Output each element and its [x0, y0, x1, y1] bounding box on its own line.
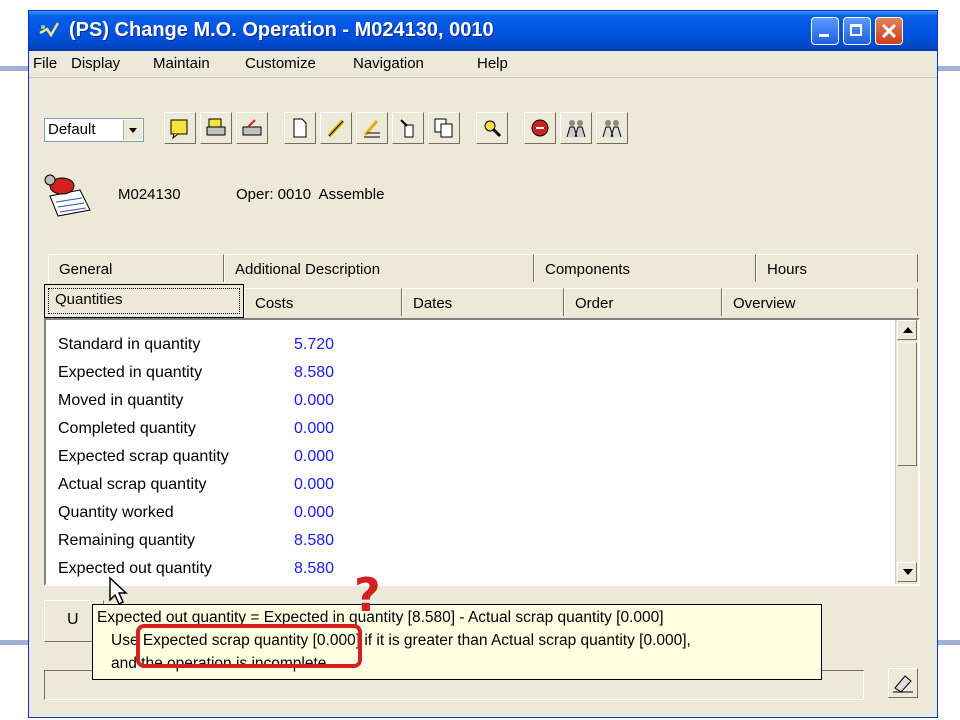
quantity-value: 0.000	[294, 448, 335, 465]
scroll-up-button[interactable]	[897, 320, 917, 340]
clear-button[interactable]	[888, 668, 918, 698]
maximize-button[interactable]	[843, 17, 871, 45]
close-button[interactable]	[875, 17, 903, 45]
minimize-button[interactable]	[811, 17, 839, 45]
ps-app-icon	[39, 22, 60, 38]
print-icon	[206, 118, 226, 136]
edit-pencil-icon	[327, 119, 345, 138]
scroll-down-button[interactable]	[897, 562, 917, 582]
menu-file[interactable]: File	[33, 55, 57, 72]
work-order-icon	[44, 174, 91, 217]
quantity-label: Expected scrap quantity	[58, 448, 229, 465]
quantity-value: 5.720	[294, 336, 335, 353]
quantity-value: 8.580	[294, 532, 335, 549]
quantity-label: Expected out quantity	[58, 560, 212, 577]
alert-icon	[531, 119, 549, 137]
quantity-label: Quantity worked	[58, 504, 174, 521]
operation-label: Oper: 0010 Assemble	[236, 186, 385, 203]
background-line-bottom-right	[938, 640, 960, 645]
quantity-label: Standard in quantity	[58, 336, 201, 353]
tab-quantities[interactable]: Quantities	[44, 284, 244, 318]
menu-display[interactable]: Display	[71, 55, 120, 72]
scroll-up-icon	[903, 327, 913, 333]
quantity-value: 0.000	[294, 392, 335, 409]
minimize-icon	[819, 34, 829, 37]
new-document-icon	[293, 118, 307, 138]
view-select[interactable]: Default	[44, 118, 144, 142]
background-line-top	[0, 66, 30, 71]
new-document-button[interactable]	[284, 112, 316, 144]
menu-bar: File Display Maintain Customize Navigati…	[29, 51, 937, 78]
printer-button[interactable]	[236, 112, 268, 144]
people-settings-icon	[602, 120, 622, 138]
copy-button[interactable]	[428, 112, 460, 144]
edit-button[interactable]	[320, 112, 352, 144]
tab-dates[interactable]: Dates	[402, 288, 564, 316]
people-button[interactable]	[560, 112, 592, 144]
menu-help[interactable]: Help	[477, 55, 508, 72]
tab-general[interactable]: General	[48, 254, 224, 282]
find-icon	[484, 120, 502, 138]
note-button[interactable]	[164, 112, 196, 144]
alert-button[interactable]	[524, 112, 556, 144]
dropdown-arrow-icon[interactable]	[123, 120, 142, 140]
people-icon	[566, 120, 586, 138]
copy-icon	[434, 118, 453, 138]
close-icon	[881, 23, 897, 39]
quantity-label: Completed quantity	[58, 420, 196, 437]
background-line-top-right	[938, 66, 960, 71]
background-line-bottom	[0, 640, 30, 645]
quantity-label: Actual scrap quantity	[58, 476, 207, 493]
quantity-label: Remaining quantity	[58, 532, 195, 549]
menu-navigation[interactable]: Navigation	[353, 55, 424, 72]
printer-icon	[242, 119, 262, 136]
title-bar[interactable]: (PS) Change M.O. Operation - M024130, 00…	[29, 11, 937, 51]
tab-additional-description[interactable]: Additional Description	[224, 254, 534, 282]
tab-costs[interactable]: Costs	[244, 288, 402, 316]
quantity-value: 8.580	[294, 364, 335, 381]
tab-order[interactable]: Order	[564, 288, 722, 316]
view-select-value: Default	[48, 121, 96, 138]
eraser-icon	[893, 675, 913, 693]
quantity-value: 8.580	[294, 560, 335, 577]
quantity-label: Expected in quantity	[58, 364, 203, 381]
menu-maintain[interactable]: Maintain	[153, 55, 210, 72]
scroll-thumb[interactable]	[897, 342, 917, 466]
tab-hours[interactable]: Hours	[756, 254, 918, 282]
people-settings-button[interactable]	[596, 112, 628, 144]
mouse-cursor-icon	[109, 576, 128, 606]
vertical-scrollbar[interactable]	[895, 320, 918, 584]
quantity-value: 0.000	[294, 504, 335, 521]
mo-number: M024130	[118, 186, 181, 203]
menu-customize[interactable]: Customize	[245, 55, 316, 72]
quantity-label: Moved in quantity	[58, 392, 184, 409]
annotation-highlight-box	[136, 624, 362, 668]
note-icon	[170, 119, 188, 139]
annotation-question-mark: ?	[354, 568, 381, 622]
scroll-down-icon	[903, 569, 913, 575]
quantity-value: 0.000	[294, 420, 335, 437]
edit-list-icon	[363, 120, 380, 138]
pipette-icon	[400, 119, 414, 138]
print-preview-button[interactable]	[200, 112, 232, 144]
pipette-button[interactable]	[392, 112, 424, 144]
tab-components[interactable]: Components	[534, 254, 756, 282]
quantity-value: 0.000	[294, 476, 335, 493]
find-button[interactable]	[476, 112, 508, 144]
quantities-panel: Standard in quantity 5.720 Expected in q…	[44, 318, 920, 586]
window-title: (PS) Change M.O. Operation - M024130, 00…	[69, 19, 494, 41]
edit-list-button[interactable]	[356, 112, 388, 144]
tab-overview[interactable]: Overview	[722, 288, 918, 316]
maximize-icon	[850, 24, 862, 36]
